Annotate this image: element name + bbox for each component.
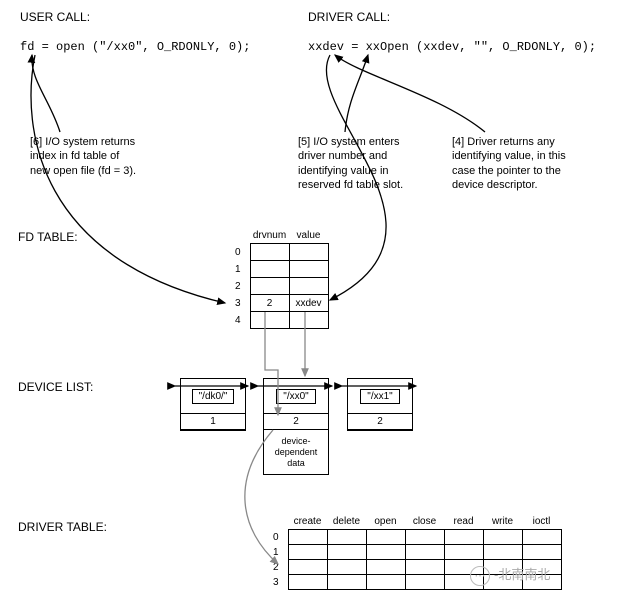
drv-row: 0: [268, 530, 561, 545]
watermark: ⋯-北南南北: [470, 564, 550, 586]
drv-col: open: [366, 516, 405, 530]
note-6: [6] I/O system returns index in fd table…: [30, 135, 140, 178]
drv-col: write: [483, 516, 522, 530]
drv-col: delete: [327, 516, 366, 530]
drv-col: close: [405, 516, 444, 530]
device-box-xx1: "/xx1" 2: [347, 378, 413, 431]
fd-table: drvnum value 0 1 2 3 2 xxdev 4: [230, 230, 329, 329]
user-call-heading: USER CALL:: [20, 10, 90, 24]
fd-col-drvnum: drvnum: [250, 230, 289, 244]
fd-row: 0: [230, 244, 328, 261]
note-5: [5] I/O system enters driver number and …: [298, 135, 418, 192]
driver-call-heading: DRIVER CALL:: [308, 10, 390, 24]
fd-row: 1: [230, 261, 328, 278]
fd-table-label: FD TABLE:: [18, 230, 78, 244]
fd-col-value: value: [289, 230, 328, 244]
drv-col: read: [444, 516, 483, 530]
drv-col: ioctl: [522, 516, 561, 530]
device-box-xx0: "/xx0" 2 device- dependent data: [263, 378, 329, 475]
note-4: [4] Driver returns any identifying value…: [452, 135, 572, 192]
user-call-code: fd = open ("/xx0", O_RDONLY, 0);: [20, 40, 250, 54]
fd-row: 4: [230, 312, 328, 329]
drv-row: 1: [268, 545, 561, 560]
device-list-label: DEVICE LIST:: [18, 380, 93, 394]
drv-col: create: [288, 516, 327, 530]
fd-row: 3 2 xxdev: [230, 295, 328, 312]
device-box-dk0: "/dk0/" 1: [180, 378, 246, 431]
device-dependent-data: device- dependent data: [264, 430, 328, 474]
watermark-icon: ⋯: [470, 566, 490, 586]
driver-call-code: xxdev = xxOpen (xxdev, "", O_RDONLY, 0);: [308, 40, 596, 54]
fd-row: 2: [230, 278, 328, 295]
driver-table-label: DRIVER TABLE:: [18, 520, 107, 534]
